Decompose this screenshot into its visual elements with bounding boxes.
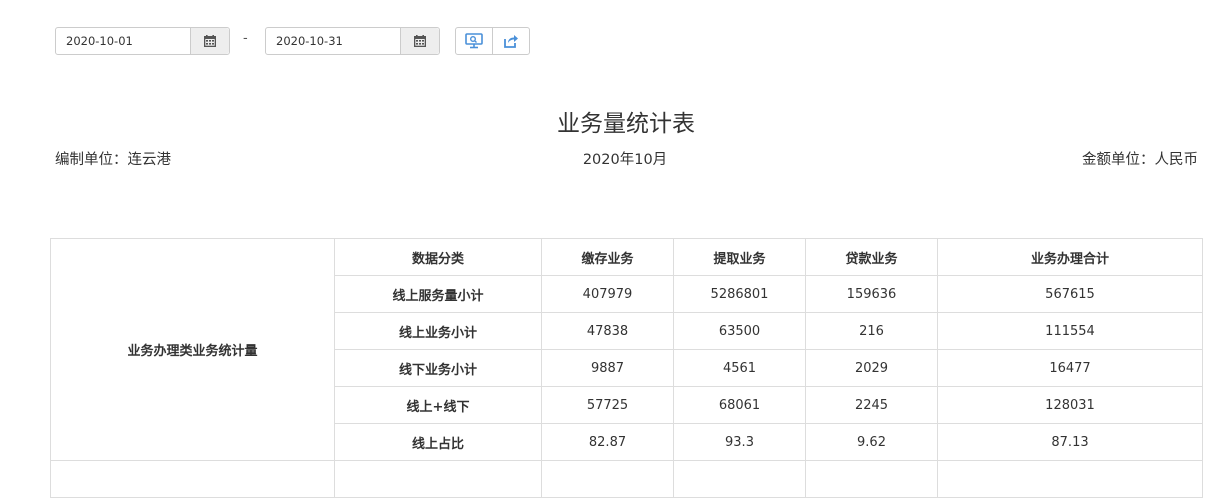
cell-value: 4561 (673, 349, 806, 387)
export-button[interactable] (492, 27, 530, 55)
empty-cell (937, 460, 1203, 498)
cell-value: 68061 (673, 386, 806, 424)
share-icon (504, 35, 518, 48)
statistics-table: 业务办理类业务统计量 数据分类 缴存业务 提取业务 贷款业务 业务办理合计 线上… (50, 238, 1203, 498)
header-deposit: 缴存业务 (541, 238, 674, 276)
cell-value: 63500 (673, 312, 806, 350)
cell-value: 9887 (541, 349, 674, 387)
cell-value: 2029 (805, 349, 938, 387)
empty-cell (334, 460, 542, 498)
report-title: 业务量统计表 (557, 111, 695, 137)
report-period: 2020年10月 (582, 152, 668, 168)
calendar-icon (414, 35, 426, 47)
row-label: 线上服务量小计 (334, 275, 542, 313)
empty-cell (541, 460, 674, 498)
cell-value: 5286801 (673, 275, 806, 313)
display-icon (465, 33, 483, 49)
start-date-field[interactable] (55, 27, 230, 55)
header-withdrawal: 提取业务 (673, 238, 806, 276)
cell-value: 57725 (541, 386, 674, 424)
cell-value: 87.13 (937, 423, 1203, 461)
cell-value: 93.3 (673, 423, 806, 461)
table-header-row: 业务办理类业务统计量 数据分类 缴存业务 提取业务 贷款业务 业务办理合计 (50, 238, 1203, 461)
row-label: 线上+线下 (334, 386, 542, 424)
cell-value: 47838 (541, 312, 674, 350)
start-date-calendar-button[interactable] (190, 28, 229, 54)
currency-unit: 金额单位：人民币 (1082, 152, 1198, 168)
date-range-separator: - (243, 31, 248, 46)
cell-value: 407979 (541, 275, 674, 313)
cell-value: 567615 (937, 275, 1203, 313)
cell-value: 9.62 (805, 423, 938, 461)
calendar-icon (204, 35, 216, 47)
end-date-input[interactable] (266, 28, 400, 54)
header-category: 数据分类 (334, 238, 542, 276)
end-date-field[interactable] (265, 27, 440, 55)
cell-value: 111554 (937, 312, 1203, 350)
end-date-calendar-button[interactable] (400, 28, 439, 54)
empty-cell (50, 460, 335, 498)
table-row-partial (50, 460, 1203, 498)
start-date-input[interactable] (56, 28, 190, 54)
cell-value: 2245 (805, 386, 938, 424)
row-label: 线下业务小计 (334, 349, 542, 387)
cell-value: 82.87 (541, 423, 674, 461)
empty-cell (805, 460, 938, 498)
row-label: 线上业务小计 (334, 312, 542, 350)
display-report-button[interactable] (455, 27, 493, 55)
cell-value: 216 (805, 312, 938, 350)
empty-cell (673, 460, 806, 498)
cell-value: 16477 (937, 349, 1203, 387)
header-total: 业务办理合计 (937, 238, 1203, 276)
cell-value: 128031 (937, 386, 1203, 424)
compiling-unit: 编制单位：连云港 (55, 152, 171, 168)
row-group-label: 业务办理类业务统计量 (50, 238, 335, 461)
header-loan: 贷款业务 (805, 238, 938, 276)
row-label: 线上占比 (334, 423, 542, 461)
cell-value: 159636 (805, 275, 938, 313)
